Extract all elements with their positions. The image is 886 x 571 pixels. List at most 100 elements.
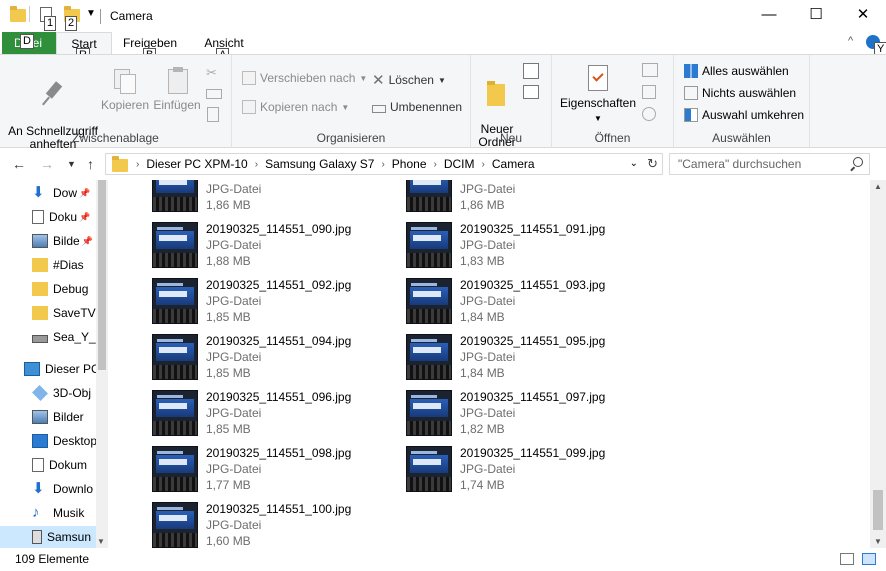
cut-scissors-icon[interactable]: ✂ [206,65,222,81]
ribbon-collapse-chevron-icon[interactable]: ^ [848,35,853,47]
large-icons-view-icon[interactable] [862,553,876,565]
file-size: 1,83 MB [460,254,505,268]
invert-selection-icon [684,108,698,122]
copy-label: Kopieren [100,98,150,112]
paste-shortcut-icon[interactable] [207,107,219,122]
forward-arrow-icon[interactable]: → [40,156,54,172]
select-all-button[interactable]: Alles auswählen [684,64,789,78]
image-thumbnail [406,334,452,380]
scroll-up-arrow-icon[interactable]: ▲ [870,182,886,191]
nav-pane-scroll-thumb[interactable] [98,180,106,370]
minimize-button[interactable]: — [746,0,792,30]
file-item[interactable]: 20190325_114551_090.jpg JPG-Datei 1,88 MB [152,222,392,278]
nav-item-label: Bilde [53,234,80,248]
file-item[interactable]: 20190325_114551_100.jpg JPG-Datei 1,60 MB [152,502,392,548]
close-button[interactable]: ✕ [840,0,886,30]
select-all-label: Alles auswählen [702,64,789,78]
image-thumbnail [152,334,198,380]
keytip-2: 2 [65,16,78,31]
file-item[interactable]: 20190325_114551_097.jpg JPG-Datei 1,82 MB [406,390,646,446]
edit-icon[interactable] [642,85,656,99]
maximize-button[interactable]: ☐ [793,0,839,30]
file-size: 1,84 MB [460,310,505,324]
group-new-label: Neu [499,131,522,145]
keytip-d: D [20,34,34,49]
new-item-icon[interactable] [523,63,539,79]
address-history-chevron-icon[interactable]: ⌄ [630,158,638,169]
file-size: 1,82 MB [460,422,505,436]
file-type: JPG-Datei [460,238,516,252]
properties-checkmark-icon [585,65,611,93]
copy-to-button[interactable]: Kopieren nach ▼ [242,100,349,114]
folder-icon [32,282,48,296]
delete-button[interactable]: ✕ Löschen ▼ [372,71,446,89]
file-name: 20190325_114551_099.jpg [460,446,606,460]
paste-clipboard-icon [164,67,190,95]
file-item[interactable]: 20190325_114551_096.jpg JPG-Datei 1,85 MB [152,390,392,446]
group-new: Neuer Ordner Neu [471,55,552,149]
download-arrow-icon: ⬇ [32,480,45,497]
details-view-icon[interactable] [840,553,854,565]
file-item[interactable]: 20190325_114551_091.jpg JPG-Datei 1,83 MB [406,222,646,278]
breadcrumb-galaxy-s7[interactable]: Samsung Galaxy S7 [260,157,379,171]
history-icon[interactable] [642,107,656,121]
file-list-scrollbar[interactable]: ▲ ▼ [870,180,886,548]
phone-icon [32,530,42,544]
file-name: 20190325_114551_100.jpg [206,502,352,516]
file-type: JPG-Datei [206,182,262,196]
scroll-down-arrow-icon[interactable]: ▼ [97,537,105,546]
customize-quick-access-chevron-icon[interactable]: ▼ [86,8,96,19]
group-select: Alles auswählen Nichts auswählen Auswahl… [674,55,810,148]
open-icon[interactable] [642,63,658,77]
copy-button[interactable]: Kopieren [100,67,150,112]
file-type: JPG-Datei [460,294,516,308]
search-input[interactable]: "Camera" durchsuchen [669,153,870,175]
rename-icon [372,104,386,113]
file-list-scroll-thumb[interactable] [873,490,883,530]
file-item[interactable]: 20190325_114551_099.jpg JPG-Datei 1,74 MB [406,446,646,502]
image-thumbnail [152,278,198,324]
refresh-icon[interactable]: ↻ [647,156,658,172]
3d-objects-icon [32,385,48,401]
easy-access-icon[interactable] [523,85,539,99]
invert-selection-button[interactable]: Auswahl umkehren [684,108,804,122]
file-item[interactable]: 20190325_114551_098.jpg JPG-Datei 1,77 MB [152,446,392,502]
rename-button[interactable]: Umbenennen [372,100,462,114]
up-arrow-icon[interactable]: ↑ [87,156,94,172]
copy-path-icon[interactable] [206,89,222,99]
file-type: JPG-Datei [460,350,516,364]
group-clipboard: An Schnellzugriff anheften Kopieren Einf… [0,55,232,151]
nav-item-label: Sea_Y_2 [53,330,103,344]
file-item[interactable]: 20190325_114551_094.jpg JPG-Datei 1,85 MB [152,334,392,390]
back-arrow-icon[interactable]: ← [12,156,26,172]
file-size: 1,88 MB [206,254,251,268]
file-item[interactable]: 20190325_114551_093.jpg JPG-Datei 1,84 MB [406,278,646,334]
group-open: Eigenschaften ▼ Öffnen [552,55,674,148]
properties-button[interactable]: Eigenschaften ▼ [558,65,638,125]
recent-locations-chevron-icon[interactable]: ▼ [67,159,76,169]
file-name: 20190325_114551_097.jpg [460,390,606,404]
image-thumbnail [152,390,198,436]
file-item[interactable]: JPG-Datei 1,86 MB [406,180,646,222]
breadcrumb-camera[interactable]: Camera [487,157,540,171]
nav-pane-scrollbar[interactable]: ▼ [96,180,108,548]
breadcrumb-dcim[interactable]: DCIM [439,157,480,171]
ribbon-tabs: Datei D Start R Freigeben B Ansicht A ^ … [0,32,886,63]
file-item[interactable]: 20190325_114551_092.jpg JPG-Datei 1,85 MB [152,278,392,334]
paste-button[interactable]: Einfügen [152,67,202,112]
breadcrumb-phone[interactable]: Phone [387,157,432,171]
select-none-button[interactable]: Nichts auswählen [684,86,796,100]
address-bar[interactable]: › Dieser PC XPM-10 › Samsung Galaxy S7 ›… [105,153,663,175]
image-thumbnail [152,502,198,548]
nav-item-samsung[interactable]: Samsun [0,526,96,548]
pin-icon [40,80,66,108]
breadcrumb-this-pc[interactable]: Dieser PC XPM-10 [141,157,252,171]
scroll-down-arrow-icon[interactable]: ▼ [870,537,886,546]
file-list: JPG-Datei 1,86 MB JPG-Datei 1,86 MB 20190325… [108,180,870,548]
file-item[interactable]: 20190325_114551_095.jpg JPG-Datei 1,84 MB [406,334,646,390]
file-name: 20190325_114551_093.jpg [460,278,606,292]
invert-selection-label: Auswahl umkehren [702,108,805,122]
pictures-icon [32,410,48,424]
move-to-button[interactable]: Verschieben nach ▼ [242,71,367,85]
file-item[interactable]: JPG-Datei 1,86 MB [152,180,392,222]
